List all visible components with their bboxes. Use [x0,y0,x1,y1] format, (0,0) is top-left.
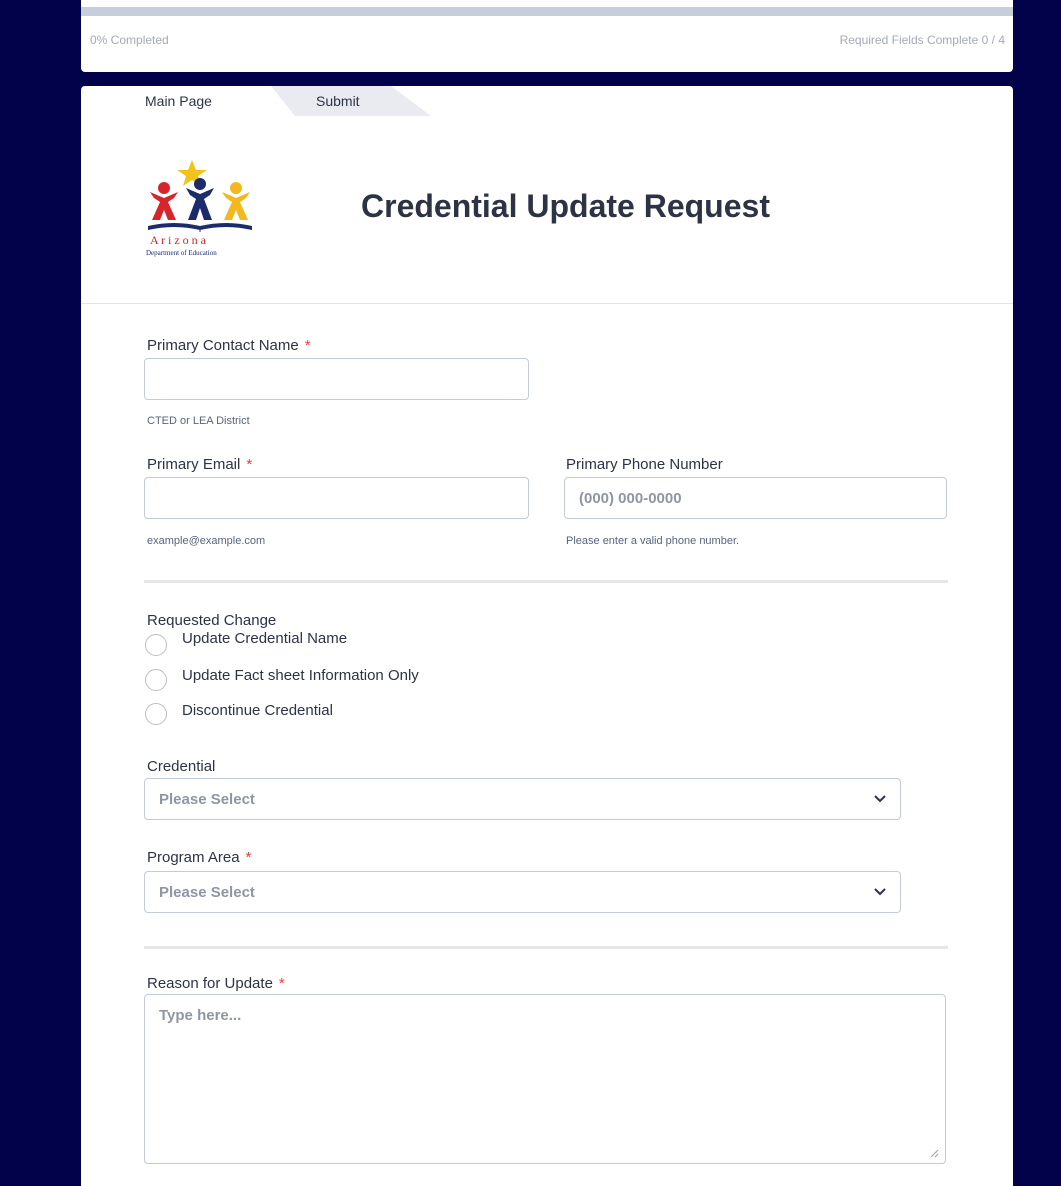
section-divider [144,946,948,949]
radio-option-label: Discontinue Credential [182,702,333,719]
chevron-down-icon [874,795,886,803]
credential-selected-value: Please Select [159,790,255,808]
reason-for-update-textarea[interactable] [144,994,946,1164]
required-fields-counter: Required Fields Complete 0 / 4 [839,33,1005,47]
primary-phone-sublabel: Please enter a valid phone number. [566,535,740,547]
progress-card: 0% Completed Required Fields Complete 0 … [81,0,1013,72]
section-divider [144,580,948,583]
primary-email-sublabel: example@example.com [147,535,266,547]
credential-select[interactable]: Please Select [144,778,901,820]
chevron-down-icon [874,888,886,896]
radio-update-credential-name[interactable]: Update Credential Name [145,630,347,656]
tab-submit[interactable]: Submit [316,93,360,109]
primary-phone-label: Primary Phone Number [566,456,723,473]
radio-update-fact-sheet[interactable]: Update Fact sheet Information Only [145,667,419,691]
form-card: Main Page Submit A r i z o n a Departmen… [81,86,1013,1186]
form-title: Credential Update Request [361,188,770,224]
arizona-department-of-education-logo: A r i z o n a Department of Education [146,160,252,257]
required-asterisk: * [246,456,253,473]
progress-bar [81,7,1013,16]
program-area-selected-value: Please Select [159,883,255,901]
program-area-select[interactable]: Please Select [144,871,901,913]
primary-email-input[interactable] [144,477,529,519]
primary-email-label: Primary Email * [147,456,253,473]
credential-label: Credential [147,758,216,775]
requested-change-label: Requested Change [147,612,277,629]
required-asterisk: * [278,975,285,992]
primary-contact-name-input[interactable] [144,358,529,400]
required-asterisk: * [304,337,311,354]
radio-discontinue-credential[interactable]: Discontinue Credential [145,702,333,725]
primary-contact-label: Primary Contact Name * [147,337,311,354]
radio-option-label: Update Fact sheet Information Only [182,667,419,684]
program-area-label: Program Area * [147,849,252,866]
resize-handle-icon[interactable] [929,1148,939,1158]
radio-button[interactable] [145,634,167,656]
required-asterisk: * [245,849,252,866]
primary-phone-input[interactable] [564,477,947,519]
progress-completed-text: 0% Completed [90,33,169,47]
page-tabs: Main Page Submit [81,86,481,116]
header-divider [81,303,1013,304]
logo-department-text: Department of Education [146,249,217,257]
logo-arizona-text: A r i z o n a [150,233,207,247]
radio-button[interactable] [145,669,167,691]
radio-button[interactable] [145,703,167,725]
tab-main-page[interactable]: Main Page [145,93,212,109]
primary-contact-sublabel: CTED or LEA District [147,415,250,427]
radio-option-label: Update Credential Name [182,629,348,647]
reason-for-update-label: Reason for Update * [147,975,285,992]
